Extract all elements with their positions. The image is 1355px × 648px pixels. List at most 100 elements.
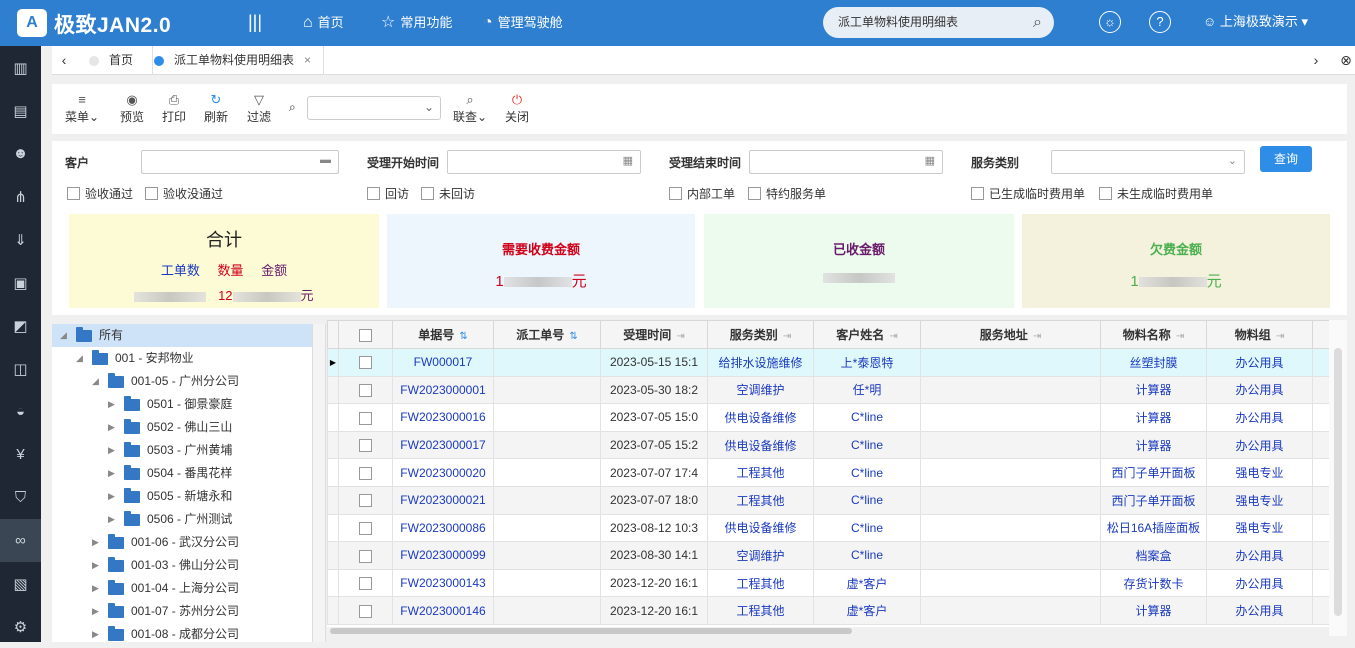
caret-down-icon[interactable]: ◢: [60, 324, 70, 347]
menu-lines-icon[interactable]: |||: [248, 12, 262, 33]
row-checkbox[interactable]: [338, 348, 393, 377]
caret-right-icon[interactable]: ▶: [108, 485, 118, 508]
sort-icon[interactable]: ⇥: [1033, 331, 1041, 342]
tree-node[interactable]: ◢ 所有: [52, 324, 312, 347]
close-button[interactable]: ⏻ 关闭: [505, 92, 529, 125]
sort-icon[interactable]: ⇅: [459, 331, 467, 342]
caret-right-icon[interactable]: ▶: [92, 623, 102, 646]
col-header[interactable]: 受理时间 ⇥: [600, 320, 708, 349]
cell-no[interactable]: FW2023000001: [392, 375, 494, 405]
calendar-icon[interactable]: ▦: [925, 154, 935, 167]
row-checkbox[interactable]: [338, 485, 393, 515]
col-header[interactable]: 客户姓名 ⇥: [813, 320, 921, 349]
checkbox[interactable]: [367, 187, 380, 200]
end-time-field[interactable]: ▦: [749, 150, 943, 174]
search-icon[interactable]: ⌕: [1033, 7, 1042, 38]
close-all-icon[interactable]: ⊗: [1334, 46, 1355, 75]
tree-node[interactable]: ▶ 0503 - 广州黄埔: [108, 439, 232, 462]
caret-down-icon[interactable]: ◢: [92, 370, 102, 393]
check-no-revisit[interactable]: 未回访: [421, 185, 475, 202]
refresh-button[interactable]: ↻ 刷新: [204, 92, 228, 125]
sort-icon[interactable]: ⇅: [569, 331, 577, 342]
row-checkbox[interactable]: [338, 541, 393, 570]
splitter-handle[interactable]: [312, 324, 326, 642]
building-icon[interactable]: ▥: [0, 46, 41, 89]
filter-button[interactable]: ▽ 过滤: [247, 92, 271, 125]
share-icon[interactable]: ⋔: [0, 175, 41, 218]
sort-icon[interactable]: ⇥: [783, 331, 791, 342]
row-checkbox[interactable]: [338, 596, 393, 625]
sort-icon[interactable]: ⇥: [889, 331, 897, 342]
shield-icon[interactable]: ⛉: [0, 476, 41, 519]
tree-node[interactable]: ▶ 0504 - 番禺花样: [108, 462, 232, 485]
checkbox[interactable]: [67, 187, 80, 200]
toolbar-search-icon[interactable]: ⌕: [289, 100, 296, 115]
caret-right-icon[interactable]: ▶: [92, 577, 102, 600]
table-row[interactable]: FW2023000001 2023-05-30 18:2 空调维护 任*明 计算器 办公用…: [327, 375, 1329, 405]
nav-common[interactable]: ☆ 常用功能: [381, 0, 452, 46]
car-icon[interactable]: ◒: [0, 390, 41, 433]
tree-node[interactable]: ▶ 001-06 - 武汉分公司: [92, 531, 239, 554]
tab-close-icon[interactable]: ×: [304, 46, 311, 75]
table-row[interactable]: FW2023000099 2023-08-30 14:1 空调维护 C*line 档案盒…: [327, 541, 1329, 570]
user-menu[interactable]: ☺ 上海极致演示 ▾: [1203, 0, 1308, 44]
col-header[interactable]: 单据号 ⇅: [392, 320, 494, 349]
row-checkbox[interactable]: [338, 375, 393, 405]
col-header[interactable]: 服务地址 ⇥: [920, 320, 1101, 349]
menu-button[interactable]: ≡ 菜单⌄: [65, 92, 99, 125]
users-icon[interactable]: ☻: [0, 132, 41, 175]
tree-node[interactable]: ▶ 001-03 - 佛山分公司: [92, 554, 239, 577]
tab-home[interactable]: 首页: [89, 46, 133, 75]
link-icon[interactable]: ∞: [0, 519, 41, 562]
cell-no[interactable]: FW2023000020: [392, 458, 494, 487]
col-header[interactable]: 物料组 ⇥: [1206, 320, 1313, 349]
row-checkbox[interactable]: [338, 403, 393, 432]
calendar-icon[interactable]: ▦: [623, 154, 633, 167]
ticket-icon[interactable]: ▣: [0, 261, 41, 304]
nav-dashboard[interactable]: ◔ 管理驾驶舱: [483, 0, 563, 46]
checkbox[interactable]: [748, 187, 761, 200]
tree-node[interactable]: ▶ 0502 - 佛山三山: [108, 416, 232, 439]
tab-scroll-left-icon[interactable]: ‹: [52, 46, 76, 75]
check-special[interactable]: 特约服务单: [748, 185, 826, 202]
search-input[interactable]: 派工单物料使用明细表 ⌕: [823, 7, 1054, 38]
table-row[interactable]: FW2023000086 2023-08-12 10:3 供电设备维修 C*line 松…: [327, 513, 1329, 543]
tree-node[interactable]: ◢ 001-05 - 广州分公司: [92, 370, 239, 393]
document-icon[interactable]: ▤: [0, 89, 41, 132]
checkbox[interactable]: [971, 187, 984, 200]
sort-icon[interactable]: ⇥: [1176, 331, 1184, 342]
tab-current[interactable]: 派工单物料使用明细表 ×: [152, 46, 325, 75]
row-checkbox[interactable]: [338, 568, 393, 598]
tree-node[interactable]: ◢ 001 - 安邦物业: [76, 347, 194, 370]
theme-icon[interactable]: ☼: [1099, 11, 1121, 33]
check-temp-not-generated[interactable]: 未生成临时费用单: [1099, 185, 1213, 202]
row-checkbox[interactable]: [338, 513, 393, 543]
check-revisit[interactable]: 回访: [367, 185, 409, 202]
cell-no[interactable]: FW2023000099: [392, 541, 494, 570]
table-row[interactable]: FW2023000021 2023-07-07 18:0 工程其他 C*line 西门子…: [327, 485, 1329, 515]
caret-right-icon[interactable]: ▶: [108, 439, 118, 462]
check-internal[interactable]: 内部工单: [669, 185, 735, 202]
table-row[interactable]: ▶ FW000017 2023-05-15 15:1 给排水设施维修 上*泰恩特 丝塑封膜…: [327, 348, 1329, 377]
caret-right-icon[interactable]: ▶: [108, 416, 118, 439]
start-time-field[interactable]: ▦: [447, 150, 641, 174]
help-icon[interactable]: ?: [1149, 11, 1171, 33]
file-check-icon[interactable]: ▧: [0, 562, 41, 605]
toolbar-select[interactable]: ⌄: [307, 96, 441, 120]
tree-node[interactable]: ▶ 0505 - 新塘永和: [108, 485, 232, 508]
cell-no[interactable]: FW2023000017: [392, 430, 494, 460]
check-not-accepted[interactable]: 验收没通过: [145, 185, 223, 202]
print-button[interactable]: ⎙ 打印: [162, 92, 186, 125]
tree-node[interactable]: ▶ 0501 - 御景豪庭: [108, 393, 232, 416]
cell-no[interactable]: FW2023000021: [392, 485, 494, 515]
col-header[interactable]: 物料名称 ⇥: [1100, 320, 1207, 349]
checkbox[interactable]: [1099, 187, 1112, 200]
row-checkbox[interactable]: [338, 458, 393, 487]
money-icon[interactable]: ◫: [0, 347, 41, 390]
col-header[interactable]: 派工单号 ⇅: [493, 320, 601, 349]
table-row[interactable]: FW2023000020 2023-07-07 17:4 工程其他 C*line 西门子…: [327, 458, 1329, 487]
table-row[interactable]: FW2023000016 2023-07-05 15:0 供电设备维修 C*line 计…: [327, 403, 1329, 432]
yen-icon[interactable]: ¥: [0, 433, 41, 476]
table-row[interactable]: FW2023000143 2023-12-20 16:1 工程其他 虚*客户 存货计数卡…: [327, 568, 1329, 598]
caret-right-icon[interactable]: ▶: [108, 508, 118, 531]
